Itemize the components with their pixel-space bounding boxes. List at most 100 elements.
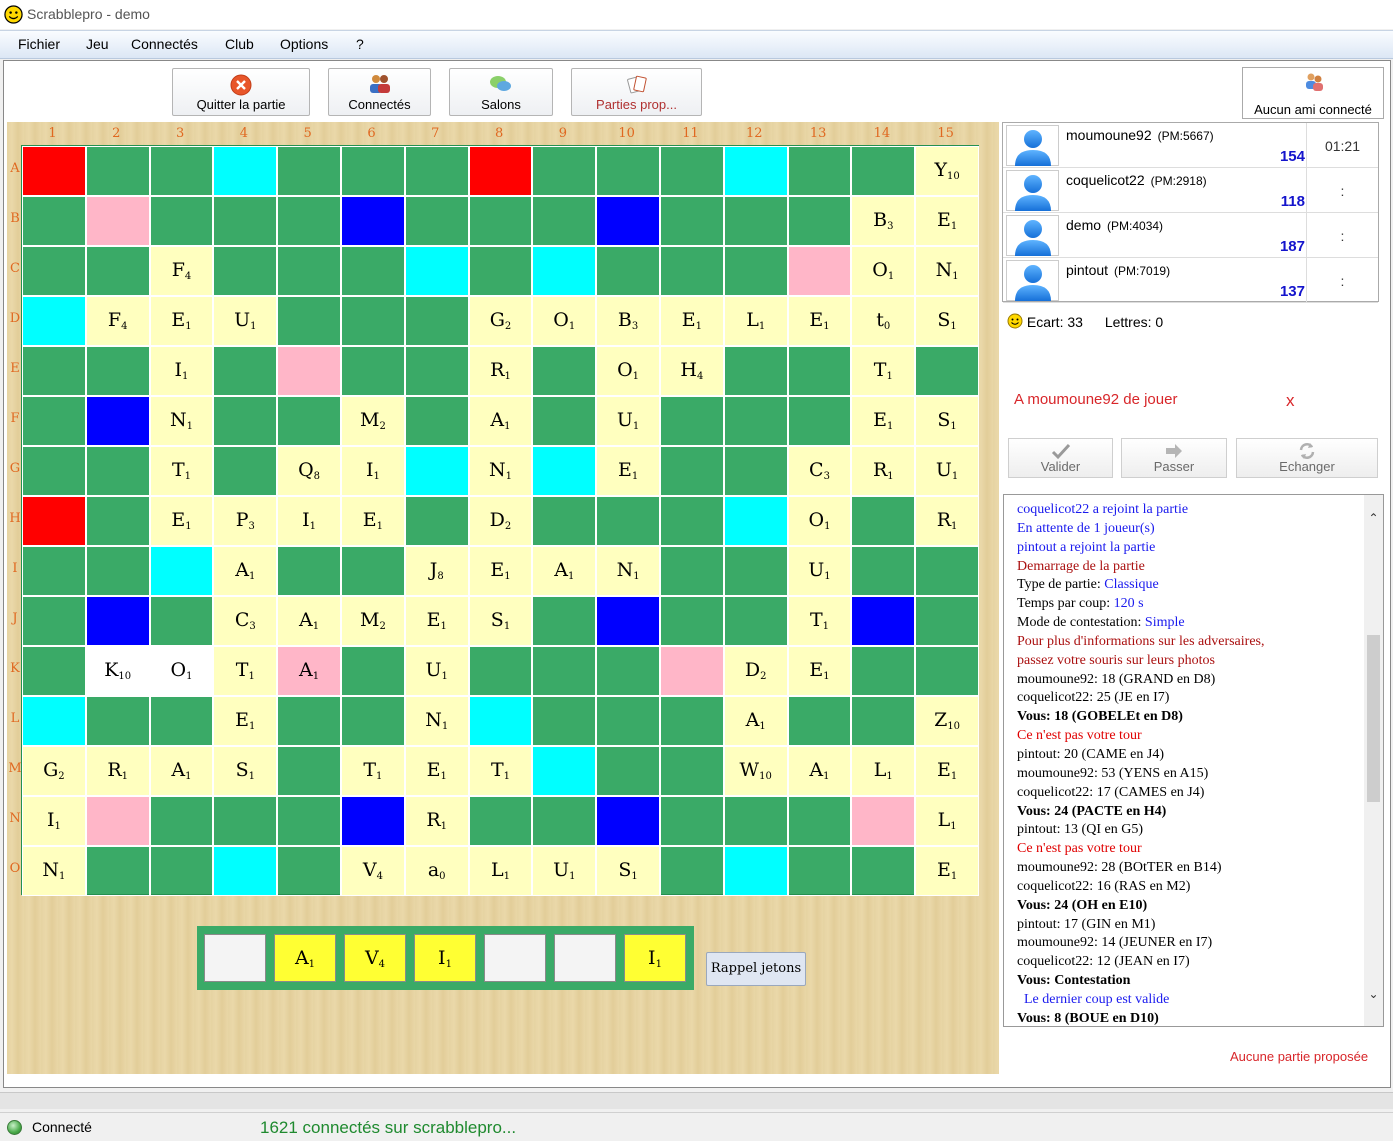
board-square[interactable] xyxy=(404,396,469,446)
rack-slot-empty[interactable] xyxy=(484,934,546,982)
board-square[interactable] xyxy=(596,496,660,546)
board-tile[interactable]: E1 xyxy=(851,396,916,446)
board-square[interactable] xyxy=(85,246,150,296)
scroll-down-icon[interactable]: ⌄ xyxy=(1364,987,1383,1005)
board-tile[interactable]: T1 xyxy=(341,746,405,796)
board-tile[interactable]: E1 xyxy=(341,496,405,546)
board-tile[interactable]: A1 xyxy=(213,546,278,596)
double-word-square[interactable] xyxy=(85,196,150,246)
double-letter-square[interactable] xyxy=(532,246,597,296)
board-tile[interactable]: M2 xyxy=(341,596,405,646)
board-tile[interactable]: S1 xyxy=(596,846,660,896)
board-square[interactable] xyxy=(596,696,660,746)
board-square[interactable] xyxy=(85,146,150,196)
board-square[interactable] xyxy=(213,796,278,846)
board-tile[interactable]: E1 xyxy=(404,746,469,796)
board-tile[interactable]: S1 xyxy=(468,596,533,646)
board-tile[interactable]: A1 xyxy=(277,646,341,696)
board-square[interactable] xyxy=(660,196,724,246)
board-square[interactable] xyxy=(851,846,916,896)
board-tile[interactable]: N1 xyxy=(468,446,533,496)
rack-slot-empty[interactable] xyxy=(554,934,616,982)
board-square[interactable] xyxy=(723,196,788,246)
user-avatar-icon[interactable] xyxy=(1006,170,1059,211)
double-letter-square[interactable] xyxy=(723,496,788,546)
menu-fichier[interactable]: Fichier xyxy=(18,36,60,52)
board-square[interactable] xyxy=(660,546,724,596)
board-tile[interactable]: N1 xyxy=(149,396,214,446)
double-letter-square[interactable] xyxy=(532,746,597,796)
board-tile[interactable]: R1 xyxy=(404,796,469,846)
board-tile[interactable]: E1 xyxy=(915,846,979,896)
menu-options[interactable]: Options xyxy=(280,36,328,52)
board-square[interactable] xyxy=(149,196,214,246)
board-tile[interactable]: T1 xyxy=(851,346,916,396)
player-row[interactable]: coquelicot22 (PM:2918) 118: xyxy=(1003,168,1378,213)
double-letter-square[interactable] xyxy=(22,296,86,346)
triple-letter-square[interactable] xyxy=(85,596,150,646)
board-tile[interactable]: N1 xyxy=(404,696,469,746)
board-square[interactable] xyxy=(532,396,597,446)
board-square[interactable] xyxy=(787,696,852,746)
board-square[interactable] xyxy=(851,496,916,546)
board-tile[interactable]: E1 xyxy=(915,746,979,796)
board-square[interactable] xyxy=(660,396,724,446)
board-tile[interactable]: O1 xyxy=(787,496,852,546)
board-square[interactable] xyxy=(404,146,469,196)
board-square[interactable] xyxy=(851,146,916,196)
board-tile[interactable]: T1 xyxy=(787,596,852,646)
board-tile[interactable]: A1 xyxy=(468,396,533,446)
board-tile[interactable]: S1 xyxy=(213,746,278,796)
menu-club[interactable]: Club xyxy=(225,36,254,52)
board-tile[interactable]: N1 xyxy=(915,246,979,296)
rack-tile[interactable]: I1 xyxy=(414,934,476,982)
user-avatar-icon[interactable] xyxy=(1006,215,1059,256)
board-tile[interactable]: P3 xyxy=(213,496,278,546)
board-tile[interactable]: G2 xyxy=(22,746,86,796)
board-square[interactable] xyxy=(851,646,916,696)
board-square[interactable] xyxy=(22,646,86,696)
board-square[interactable] xyxy=(660,146,724,196)
board-square[interactable] xyxy=(532,796,597,846)
rack-tile[interactable]: A1 xyxy=(274,934,336,982)
board-tile[interactable]: L1 xyxy=(468,846,533,896)
board-square[interactable] xyxy=(468,196,533,246)
board-square[interactable] xyxy=(277,246,341,296)
board-square[interactable] xyxy=(277,746,341,796)
board-tile[interactable]: E1 xyxy=(468,546,533,596)
board-square[interactable] xyxy=(660,446,724,496)
board-tile[interactable]: S1 xyxy=(915,296,979,346)
board-tile[interactable]: U1 xyxy=(404,646,469,696)
rack-slot-empty[interactable] xyxy=(204,934,266,982)
board-tile[interactable]: U1 xyxy=(213,296,278,346)
board-square[interactable] xyxy=(85,696,150,746)
board-square[interactable] xyxy=(22,396,86,446)
double-word-square[interactable] xyxy=(85,796,150,846)
board-square[interactable] xyxy=(723,796,788,846)
double-letter-square[interactable] xyxy=(723,146,788,196)
double-letter-square[interactable] xyxy=(468,696,533,746)
board-square[interactable] xyxy=(723,596,788,646)
double-word-square[interactable] xyxy=(277,346,341,396)
board-square[interactable] xyxy=(532,196,597,246)
board-tile[interactable]: O1 xyxy=(149,646,214,696)
board-square[interactable] xyxy=(277,796,341,846)
board-tile[interactable]: E1 xyxy=(787,296,852,346)
board-square[interactable] xyxy=(213,396,278,446)
board-tile[interactable]: A1 xyxy=(532,546,597,596)
scroll-up-icon[interactable]: ⌃ xyxy=(1364,511,1383,529)
triple-letter-square[interactable] xyxy=(596,796,660,846)
board-tile[interactable]: B3 xyxy=(596,296,660,346)
board-square[interactable] xyxy=(596,746,660,796)
board-tile[interactable]: I1 xyxy=(341,446,405,496)
double-letter-square[interactable] xyxy=(723,846,788,896)
board-tile[interactable]: E1 xyxy=(596,446,660,496)
triple-letter-square[interactable] xyxy=(85,396,150,446)
board-square[interactable] xyxy=(660,796,724,846)
triple-word-square[interactable] xyxy=(22,146,86,196)
board-square[interactable] xyxy=(277,696,341,746)
rack-tile[interactable]: V4 xyxy=(344,934,406,982)
rooms-button[interactable]: Salons xyxy=(449,68,553,116)
board-square[interactable] xyxy=(660,846,724,896)
board-tile[interactable]: t0 xyxy=(851,296,916,346)
